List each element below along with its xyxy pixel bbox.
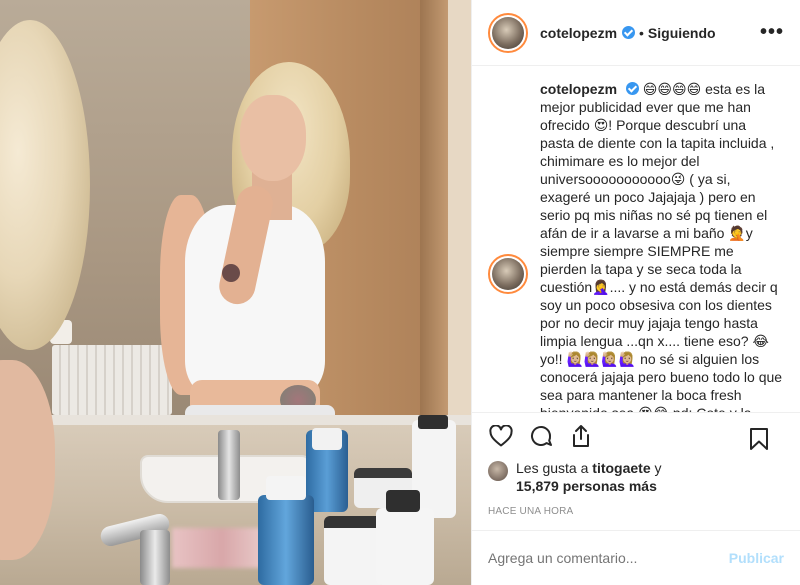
photo-door-edge — [420, 0, 448, 440]
photo-soap-pump-front-head — [386, 490, 420, 512]
photo-tattoo — [222, 264, 240, 282]
publish-button[interactable]: Publicar — [729, 550, 784, 566]
photo-woman-face — [240, 95, 306, 181]
heart-icon[interactable] — [488, 423, 514, 449]
verified-icon — [625, 82, 639, 96]
caption-text: 😄😄😄😄 esta es la mejor publicidad ever qu… — [540, 81, 783, 412]
comments-area[interactable]: cotelopezm 😄😄😄😄 esta es la mejor publici… — [472, 66, 800, 412]
following-button[interactable]: Siguiendo — [648, 25, 716, 41]
header-username[interactable]: cotelopezm — [540, 25, 617, 41]
avatar-image — [492, 258, 524, 291]
liker-avatar[interactable] — [488, 461, 508, 482]
likes-count[interactable]: 15,879 personas más — [516, 478, 657, 494]
comment-icon[interactable] — [528, 423, 554, 449]
more-options-icon[interactable]: ••• — [760, 22, 784, 42]
avatar-image — [492, 16, 524, 49]
post-header: cotelopezm • Siguiendo ••• — [472, 0, 800, 67]
header-separator: • — [639, 24, 644, 41]
add-comment-bar: Publicar — [472, 530, 800, 585]
bookmark-icon[interactable] — [746, 426, 772, 452]
photo-mouthwash-front — [258, 495, 314, 585]
likes-middle: y — [650, 460, 662, 477]
photo-faucet-front — [140, 530, 170, 585]
photo-mouthwash-front-cap — [266, 476, 306, 500]
avatar[interactable] — [488, 12, 528, 53]
comment-input[interactable] — [488, 550, 708, 567]
caption-username[interactable]: cotelopezm — [540, 81, 617, 97]
photo-blurred-product — [172, 528, 272, 568]
photo-radiator — [52, 345, 172, 415]
share-icon[interactable] — [568, 423, 594, 449]
likes-prefix: Les gusta a — [516, 460, 593, 477]
caption: cotelopezm 😄😄😄😄 esta es la mejor publici… — [540, 80, 784, 412]
photo-soap-pump-front — [376, 508, 434, 585]
caption-avatar[interactable] — [488, 254, 528, 295]
post-photo[interactable] — [0, 0, 471, 585]
photo-door-frame — [448, 0, 471, 440]
photo-soap-pump-head — [418, 415, 448, 429]
likes-text: Les gusta a titogaete y 15,879 personas … — [516, 459, 662, 495]
post-timestamp[interactable]: HACE UNA HORA — [472, 498, 800, 530]
photo-mouthwash-cap — [312, 428, 342, 450]
instagram-post: cotelopezm • Siguiendo ••• cotelopezm 😄😄… — [0, 0, 800, 585]
likes-summary: Les gusta a titogaete y 15,879 personas … — [472, 459, 800, 498]
action-bar — [472, 412, 800, 459]
liker-username[interactable]: titogaete — [592, 460, 650, 476]
post-sidebar: cotelopezm • Siguiendo ••• cotelopezm 😄😄… — [471, 0, 800, 585]
photo-faucet — [218, 430, 240, 500]
verified-icon — [622, 26, 636, 40]
